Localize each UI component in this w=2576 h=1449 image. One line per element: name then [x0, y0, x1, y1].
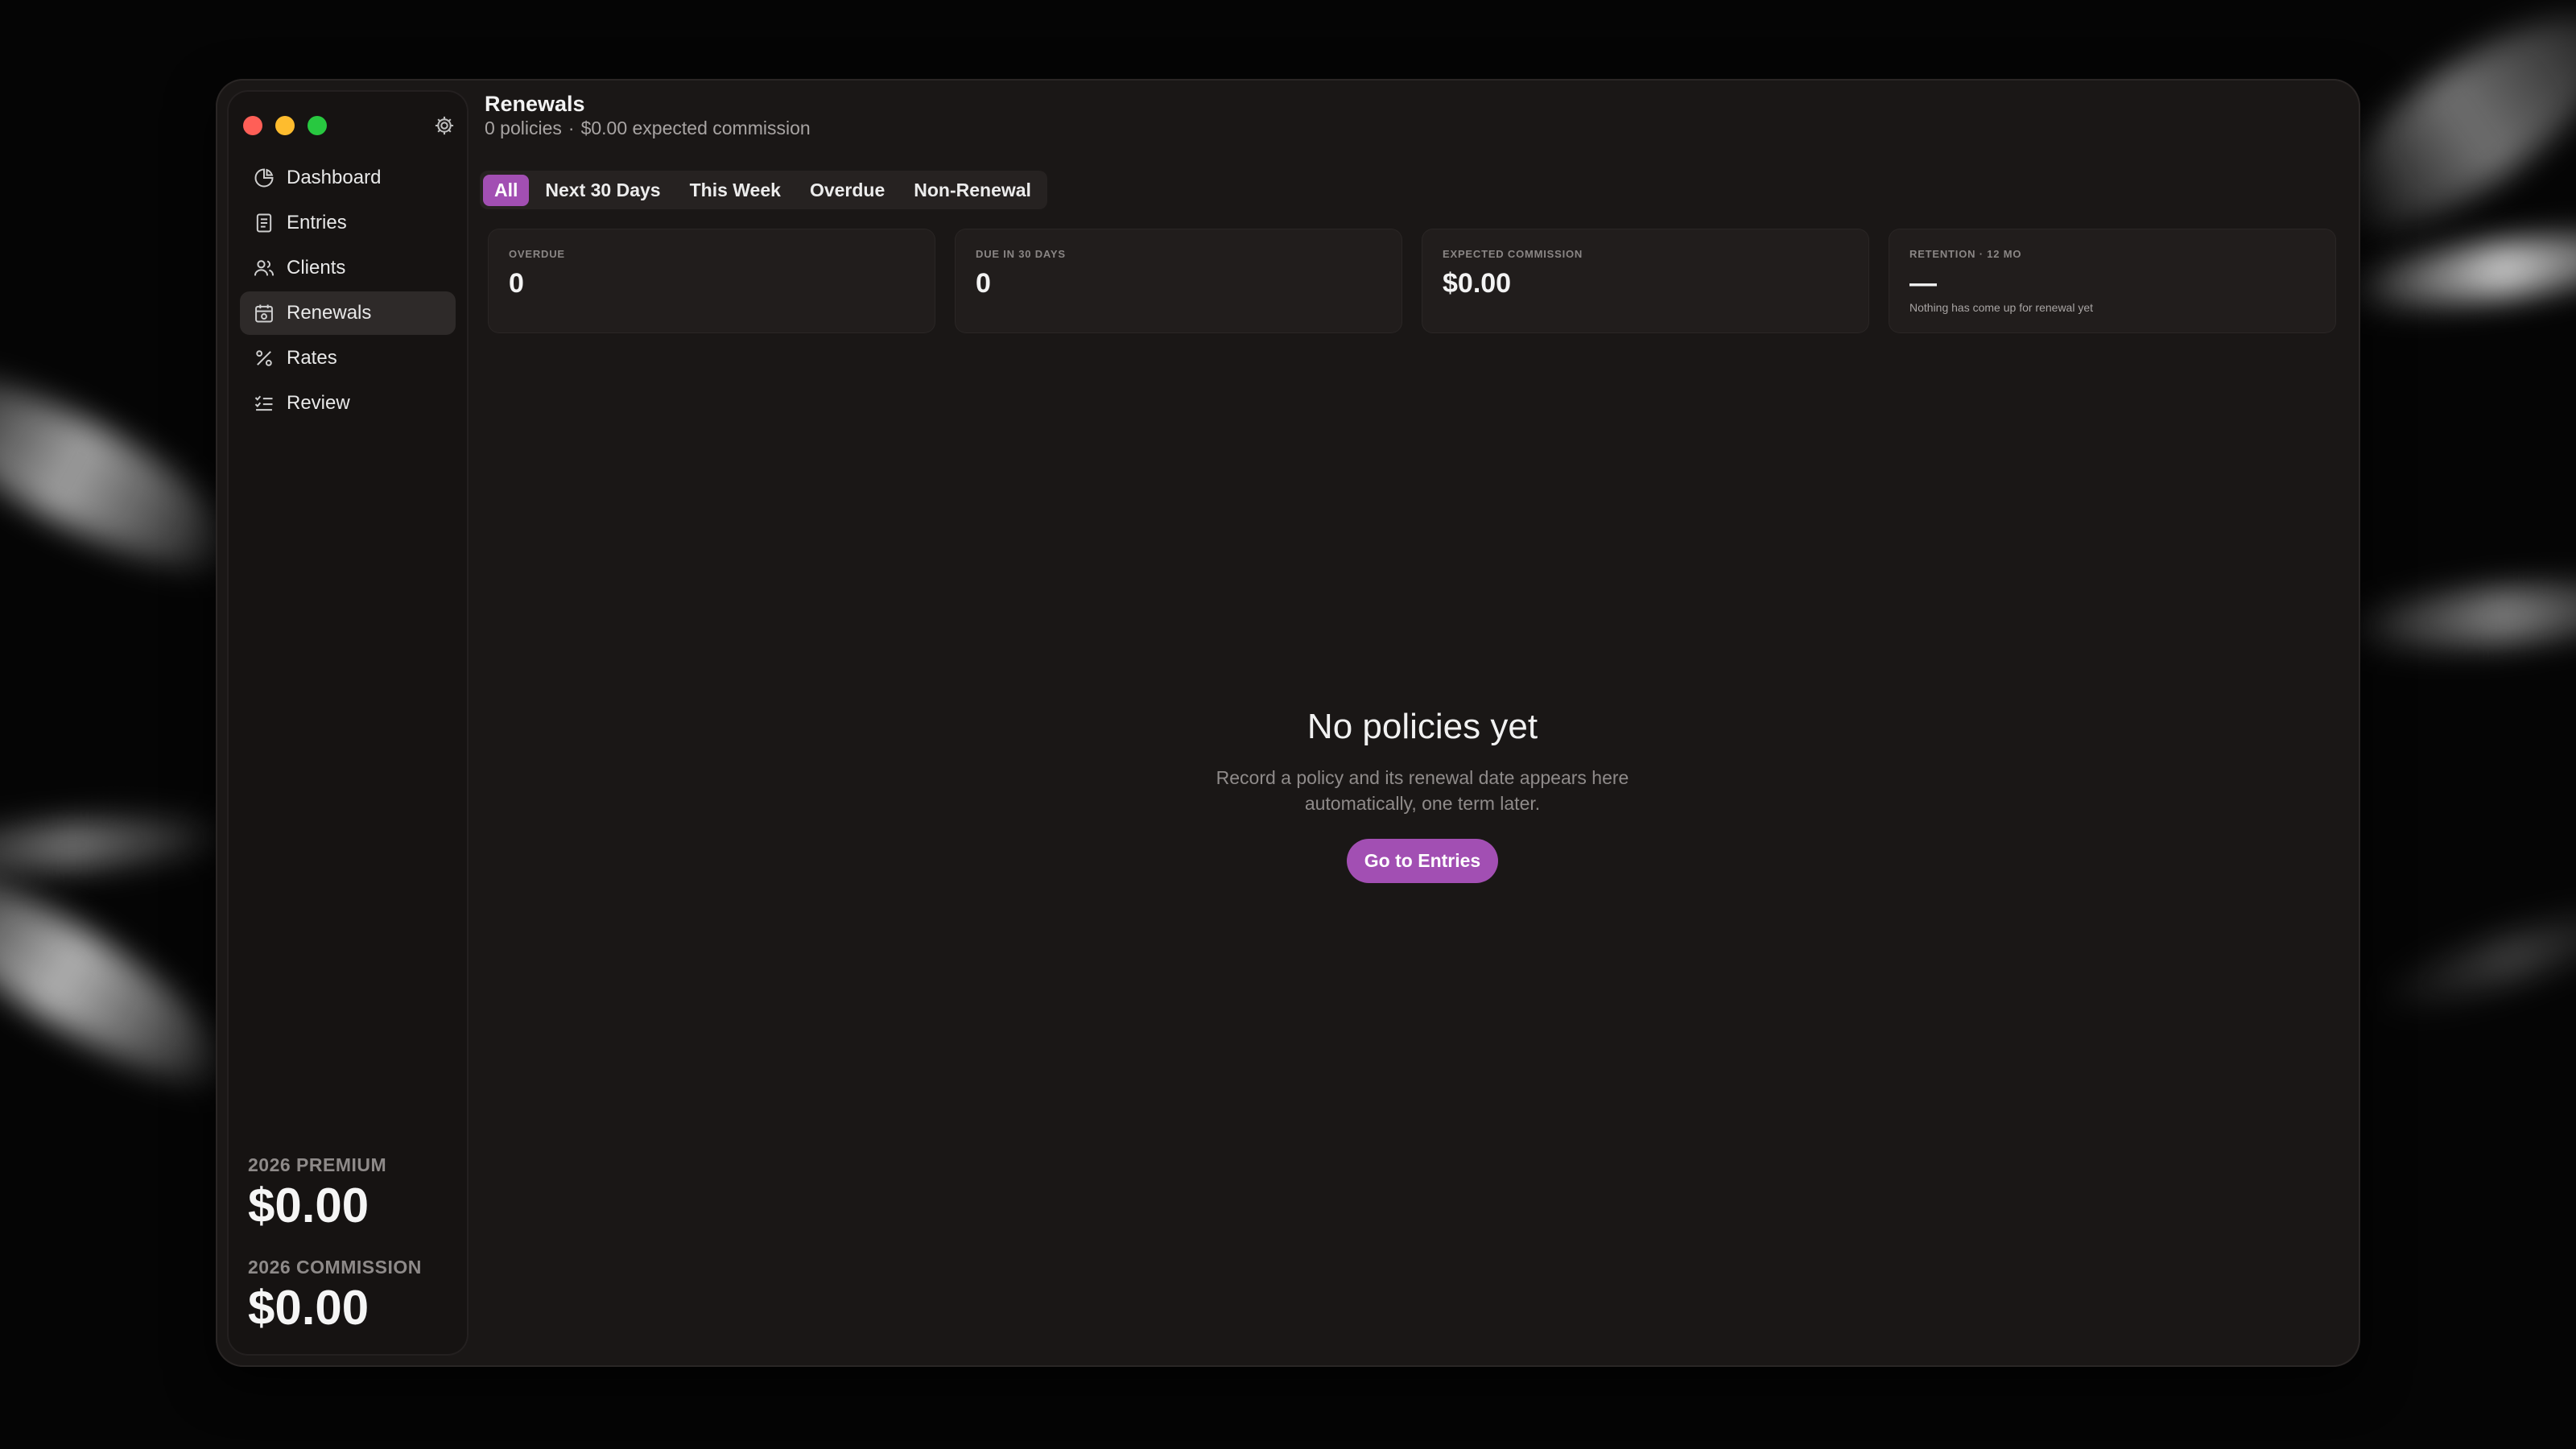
overdue-card: OVERDUE 0 — [488, 229, 935, 333]
app-window: Dashboard Entries Clients Renewals Rates… — [216, 79, 2360, 1367]
sidebar-item-label: Entries — [287, 212, 347, 233]
sidebar-totals: 2026 PREMIUM $0.00 2026 COMMISSION $0.00 — [248, 1154, 422, 1335]
premium-label: 2026 PREMIUM — [248, 1154, 387, 1175]
gear-icon[interactable] — [433, 114, 456, 137]
sidebar-item-dashboard[interactable]: Dashboard — [240, 156, 456, 200]
expected-commission-text: $0.00 expected commission — [580, 118, 811, 138]
card-note: Nothing has come up for renewal yet — [1909, 301, 2094, 314]
sidebar-item-label: Dashboard — [287, 167, 382, 188]
checklist-icon — [254, 395, 273, 411]
main-content: Renewals 0 policies · $0.00 expected com… — [480, 79, 2360, 1367]
due-in-30-days-card: DUE IN 30 DAYS 0 — [955, 229, 1402, 333]
sidebar-item-renewals[interactable]: Renewals — [240, 291, 456, 335]
card-value: 0 — [976, 268, 991, 299]
expected-commission-card: EXPECTED COMMISSION $0.00 — [1422, 229, 1869, 333]
card-label: OVERDUE — [509, 248, 565, 260]
tab-all[interactable]: All — [483, 174, 530, 206]
sidebar: Dashboard Entries Clients Renewals Rates… — [227, 90, 469, 1356]
tab-this-week[interactable]: This Week — [677, 175, 794, 206]
premium-value: $0.00 — [248, 1179, 369, 1232]
card-label: DUE IN 30 DAYS — [976, 248, 1066, 260]
sidebar-item-review[interactable]: Review — [240, 382, 456, 425]
commission-value: $0.00 — [248, 1281, 369, 1335]
page-subtitle: 0 policies · $0.00 expected commission — [485, 118, 811, 139]
window-controls — [243, 116, 327, 135]
zoom-window-button[interactable] — [308, 116, 327, 135]
tab-non-renewal[interactable]: Non-Renewal — [901, 175, 1044, 206]
tab-next-30-days[interactable]: Next 30 Days — [532, 175, 673, 206]
percent-icon — [256, 350, 272, 366]
page-title: Renewals — [485, 92, 585, 116]
commission-label: 2026 COMMISSION — [248, 1257, 422, 1278]
tab-overdue[interactable]: Overdue — [797, 175, 898, 206]
pie-chart-icon — [254, 168, 274, 188]
sidebar-item-label: Rates — [287, 347, 337, 369]
filter-tabs: All Next 30 Days This Week Overdue Non-R… — [480, 171, 1047, 209]
close-window-button[interactable] — [243, 116, 262, 135]
retention-card: RETENTION · 12 MO — Nothing has come up … — [1889, 229, 2336, 333]
subtitle-separator: · — [568, 118, 575, 138]
sidebar-item-rates[interactable]: Rates — [240, 336, 456, 380]
card-label: RETENTION · 12 MO — [1909, 248, 2022, 260]
users-icon — [254, 260, 275, 276]
calendar-icon — [255, 304, 273, 323]
card-value: $0.00 — [1443, 268, 1512, 299]
empty-state: No policies yet Record a policy and its … — [485, 707, 2360, 883]
card-value: 0 — [509, 268, 524, 299]
empty-state-text: Record a policy and its renewal date app… — [1216, 767, 1629, 814]
sidebar-item-label: Clients — [287, 257, 346, 279]
stat-cards: OVERDUE 0 DUE IN 30 DAYS 0 EXPECTED COMM… — [488, 229, 2336, 333]
sidebar-item-entries[interactable]: Entries — [240, 201, 456, 245]
sidebar-nav: Dashboard Entries Clients Renewals Rates… — [240, 156, 456, 427]
sidebar-item-label: Review — [287, 392, 350, 414]
empty-state-title: No policies yet — [1307, 707, 1538, 746]
policy-count: 0 policies — [485, 118, 562, 138]
minimize-window-button[interactable] — [275, 116, 295, 135]
sidebar-item-clients[interactable]: Clients — [240, 246, 456, 290]
card-value: — — [1909, 268, 1937, 299]
sidebar-item-label: Renewals — [287, 302, 372, 324]
go-to-entries-button[interactable]: Go to Entries — [1346, 839, 1499, 883]
card-label: EXPECTED COMMISSION — [1443, 248, 1583, 260]
document-icon — [256, 213, 272, 233]
